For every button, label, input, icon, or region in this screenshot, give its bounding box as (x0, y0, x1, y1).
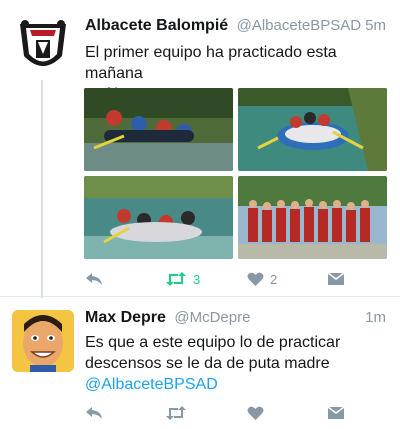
thread-connector-line (41, 80, 43, 298)
reply-icon (86, 273, 102, 285)
retweet-icon (166, 272, 186, 286)
like-icon (247, 406, 264, 420)
direct-message-button[interactable] (327, 268, 345, 290)
tweet-header: Albacete Balompié @AlbaceteBPSAD 5m (85, 17, 390, 39)
retweet-button[interactable]: 3 (165, 268, 200, 290)
tweet-timestamp[interactable]: 5m (365, 17, 386, 34)
tweet-albacete[interactable]: Albacete Balompié @AlbaceteBPSAD 5m El p… (0, 0, 400, 298)
media-grid (84, 88, 388, 260)
tweet-text-line: descensos se le da de puta madre (85, 355, 330, 372)
author-handle[interactable]: @McDepre (174, 309, 250, 326)
retweet-count: 3 (193, 271, 201, 287)
tweet-text-line: Es que a este equipo lo de practicar (85, 334, 341, 351)
retweet-button[interactable] (165, 402, 187, 424)
reply-icon (86, 407, 102, 419)
like-icon (247, 272, 264, 286)
like-count: 2 (270, 271, 278, 287)
avatar-max-depre[interactable] (12, 310, 74, 372)
tweet-timestamp[interactable]: 1m (365, 309, 386, 326)
direct-message-icon (327, 272, 345, 285)
photo-rafting-1[interactable] (84, 88, 233, 171)
direct-message-icon (327, 406, 345, 419)
like-button[interactable] (247, 402, 264, 424)
tweet-divider (0, 296, 400, 297)
photo-team-group[interactable] (238, 176, 387, 259)
tweet-text: Es que a este equipo lo de practicar des… (85, 332, 390, 395)
direct-message-button[interactable] (327, 402, 345, 424)
author-name[interactable]: Max Depre (85, 309, 166, 326)
author-handle[interactable]: @AlbaceteBPSAD (237, 17, 361, 34)
tweet-actions: 3 2 (85, 268, 390, 290)
cartoon-face-avatar (12, 310, 74, 372)
tweet-max-depre[interactable]: Max Depre @McDepre 1m Es que a este equi… (0, 298, 400, 429)
albacete-crest-logo (20, 20, 66, 66)
tweet-text-line: El primer equipo ha practicado esta maña… (85, 44, 337, 82)
like-button[interactable]: 2 (247, 268, 277, 290)
mention-link[interactable]: @AlbaceteBPSAD (85, 374, 390, 395)
retweet-icon (166, 406, 186, 420)
photo-rafting-2[interactable] (238, 88, 387, 171)
avatar-albacete-crest[interactable] (12, 16, 74, 78)
photo-rafting-3[interactable] (84, 176, 233, 259)
reply-button[interactable] (85, 402, 103, 424)
author-name[interactable]: Albacete Balompié (85, 17, 228, 34)
tweet-header: Max Depre @McDepre 1m (85, 309, 390, 331)
reply-button[interactable] (85, 268, 103, 290)
tweet-actions (85, 402, 390, 424)
